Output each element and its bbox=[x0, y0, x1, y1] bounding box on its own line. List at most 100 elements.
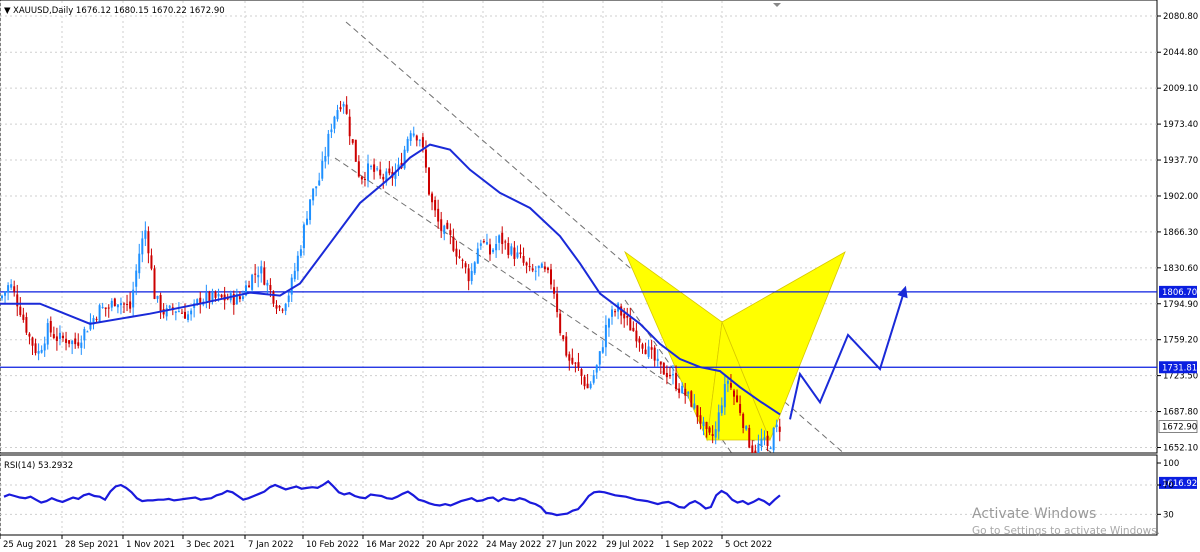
candle-body bbox=[519, 252, 522, 255]
candle-body bbox=[501, 232, 504, 245]
candle-body bbox=[589, 383, 592, 388]
candle-body bbox=[421, 137, 424, 148]
candle-body bbox=[482, 241, 485, 243]
candle-body bbox=[406, 138, 409, 152]
watermark-title: Activate Windows bbox=[972, 506, 1096, 522]
candle-body bbox=[543, 266, 546, 270]
level-price-label: 1806.70 bbox=[1162, 288, 1197, 298]
candle-body bbox=[681, 385, 684, 394]
candle-body bbox=[614, 311, 617, 313]
candle-body bbox=[327, 133, 330, 157]
time-axis[interactable]: 25 Aug 2021 28 Sep 2021 1 Nov 2021 3 Dec 20… bbox=[0, 535, 772, 550]
candle-body bbox=[266, 282, 269, 286]
candle-body bbox=[293, 270, 296, 280]
candle-body bbox=[333, 116, 336, 129]
candle-body bbox=[607, 318, 610, 328]
time-tick-label: 25 Aug 2021 bbox=[3, 540, 57, 550]
candle-body bbox=[452, 236, 455, 251]
candle-body bbox=[726, 380, 729, 384]
candle-body bbox=[748, 427, 751, 448]
candle-body bbox=[25, 317, 28, 333]
candle-body bbox=[34, 343, 37, 354]
main-pane[interactable] bbox=[0, 0, 1158, 454]
candle-body bbox=[586, 383, 589, 389]
candle-body bbox=[733, 390, 735, 397]
candle-body bbox=[516, 252, 519, 258]
symbol-header: XAUUSD,Daily 1676.12 1680.15 1670.22 167… bbox=[13, 6, 225, 16]
candle-body bbox=[574, 362, 577, 364]
candle-body bbox=[550, 269, 552, 285]
candle-body bbox=[52, 334, 55, 339]
candle-body bbox=[461, 259, 464, 261]
candle-body bbox=[83, 329, 86, 341]
candle-body bbox=[19, 306, 22, 315]
candle-body bbox=[568, 354, 571, 361]
candle-body bbox=[672, 374, 674, 376]
candle-body bbox=[662, 363, 665, 375]
candle-body bbox=[4, 291, 7, 296]
candle-body bbox=[693, 403, 696, 409]
candle-body bbox=[241, 296, 244, 300]
candle-body bbox=[690, 391, 693, 407]
candle-body bbox=[342, 104, 345, 107]
candle-body bbox=[711, 434, 714, 437]
candle-body bbox=[116, 304, 119, 308]
candle-body bbox=[455, 248, 458, 257]
candle-body bbox=[440, 219, 443, 231]
candle-body bbox=[306, 218, 308, 225]
price-tick-label: 2080.80 bbox=[1163, 12, 1198, 22]
candle-body bbox=[565, 336, 568, 356]
candle-body bbox=[467, 268, 470, 282]
candle-body bbox=[635, 330, 638, 342]
rsi-tick-label: 100 bbox=[1163, 459, 1179, 469]
candle-body bbox=[629, 317, 632, 331]
candle-body bbox=[168, 305, 171, 308]
candle-body bbox=[479, 243, 482, 246]
candle-body bbox=[257, 274, 260, 278]
candle-body bbox=[336, 110, 339, 120]
rsi-axis[interactable]: 100 70 30 bbox=[1157, 459, 1179, 520]
candle-body bbox=[220, 294, 223, 298]
candle-body bbox=[126, 303, 129, 305]
candle-body bbox=[65, 338, 68, 343]
candle-body bbox=[156, 296, 159, 299]
rsi-pane[interactable] bbox=[0, 454, 1158, 536]
candle-body bbox=[702, 421, 705, 427]
candle-body bbox=[665, 372, 668, 378]
candle-body bbox=[339, 107, 342, 110]
candle-body bbox=[299, 249, 302, 256]
candle-body bbox=[68, 340, 71, 344]
candle-body bbox=[495, 243, 498, 251]
candle-body bbox=[205, 292, 208, 302]
candle-body bbox=[370, 165, 373, 167]
candle-body bbox=[138, 253, 141, 274]
candle-body bbox=[638, 338, 641, 343]
price-tick-label: 1759.20 bbox=[1163, 336, 1198, 346]
candle-body bbox=[592, 375, 595, 383]
candle-body bbox=[513, 247, 516, 259]
candle-body bbox=[150, 255, 153, 269]
candle-body bbox=[717, 412, 720, 432]
candle-body bbox=[135, 270, 138, 287]
candle-body bbox=[650, 347, 653, 350]
candle-body bbox=[412, 133, 415, 136]
time-tick-label: 7 Jan 2022 bbox=[248, 540, 294, 550]
candle-body bbox=[217, 294, 220, 297]
price-tick-label: 2009.10 bbox=[1163, 84, 1198, 94]
candle-body bbox=[571, 357, 574, 364]
price-tick-label: 1652.10 bbox=[1163, 443, 1198, 453]
candle-body bbox=[132, 289, 135, 308]
candle-body bbox=[123, 303, 125, 305]
candle-body bbox=[290, 277, 293, 295]
time-tick-label: 1 Nov 2021 bbox=[126, 540, 175, 550]
price-axis[interactable]: 2080.80 2044.80 2009.10 1973.40 1937.70 1902.… bbox=[1157, 12, 1198, 489]
candle-body bbox=[354, 139, 357, 162]
candle-body bbox=[653, 347, 656, 361]
candle-body bbox=[367, 163, 369, 181]
candle-body bbox=[373, 164, 376, 172]
candle-body bbox=[129, 301, 132, 309]
candle-body bbox=[778, 426, 781, 432]
candle-body bbox=[742, 413, 745, 428]
candle-body bbox=[729, 383, 732, 388]
collapse-arrow-icon[interactable]: ▼ bbox=[4, 6, 11, 16]
